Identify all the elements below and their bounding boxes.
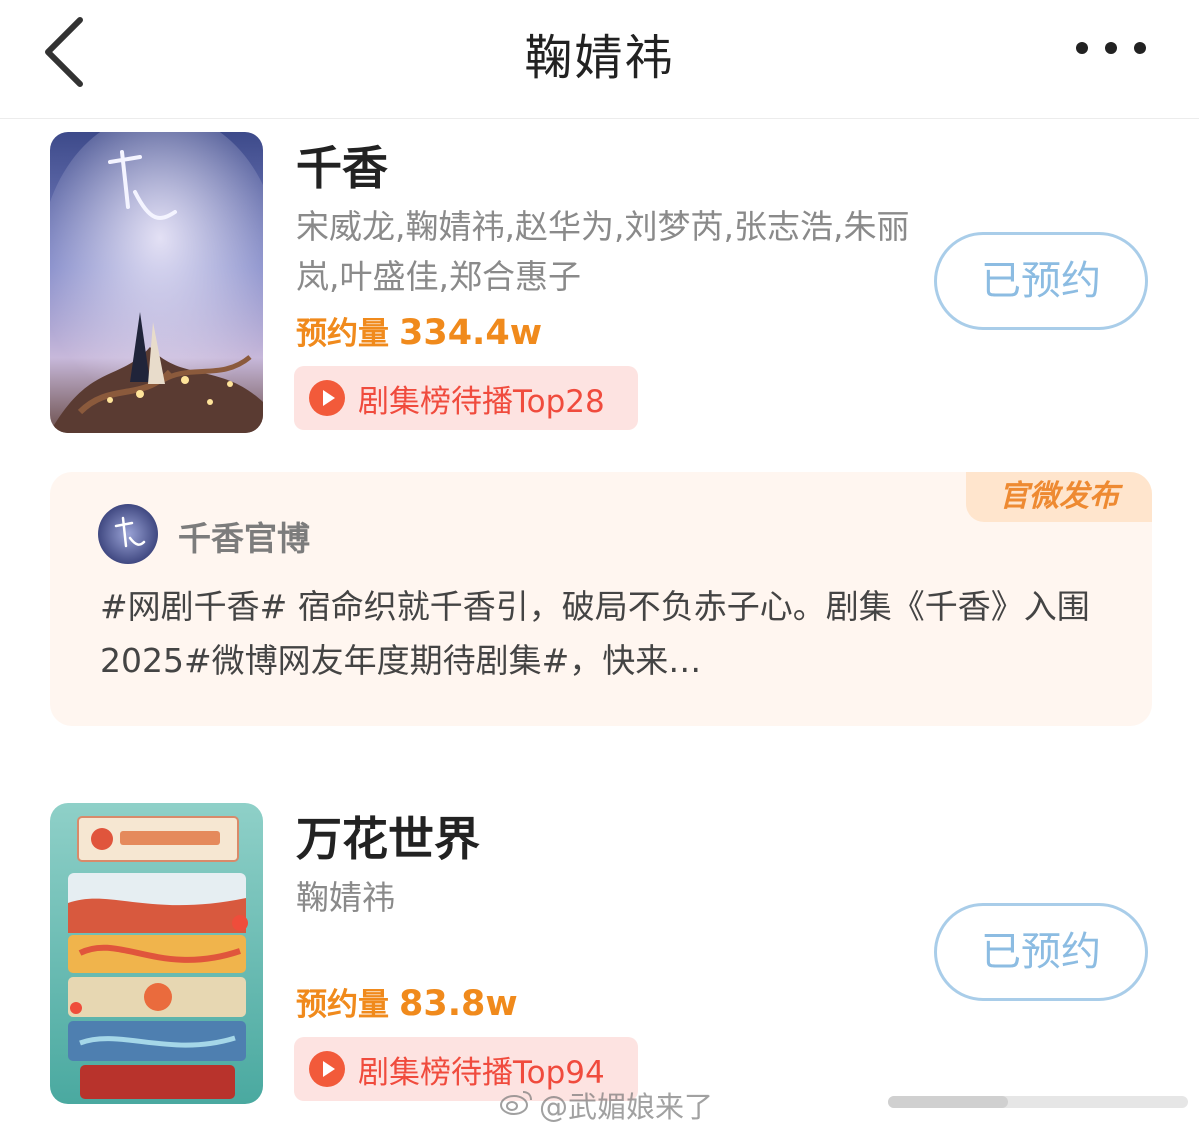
rank-badge[interactable]: 剧集榜待播Top28 bbox=[294, 366, 638, 430]
weibo-icon bbox=[500, 1091, 532, 1115]
show-title[interactable]: 千香 bbox=[296, 132, 388, 198]
show-poster[interactable] bbox=[50, 803, 263, 1104]
more-button[interactable] bbox=[1066, 28, 1160, 68]
post-text[interactable]: #网剧千香# 宿命织就千香引，破局不负赤子心。剧集《千香》入围2025#微博网友… bbox=[100, 580, 1100, 688]
reserve-label: 预约量 bbox=[296, 987, 389, 1023]
reserve-count: 334.4w bbox=[399, 313, 543, 353]
rank-text: 剧集榜待播Top28 bbox=[358, 384, 605, 420]
watermark-text: @武媚娘来了 bbox=[539, 1090, 714, 1124]
show-cast: 鞠婧祎 bbox=[296, 878, 395, 917]
more-horizontal-icon bbox=[1076, 42, 1146, 54]
show-poster[interactable] bbox=[50, 132, 263, 433]
official-post-tag: 官微发布 bbox=[966, 472, 1152, 522]
poster-art-image bbox=[50, 132, 263, 433]
reserved-button[interactable]: 已预约 bbox=[934, 903, 1148, 1001]
reserved-button[interactable]: 已预约 bbox=[934, 232, 1148, 330]
reserve-count-row: 预约量 83.8w bbox=[296, 979, 518, 1024]
play-icon bbox=[309, 1051, 345, 1087]
post-author[interactable]: 千香官博 bbox=[178, 512, 310, 560]
reserve-count: 83.8w bbox=[399, 984, 518, 1024]
avatar[interactable] bbox=[98, 504, 158, 564]
home-indicator bbox=[888, 1096, 1188, 1108]
show-card[interactable]: 千香 宋威龙,鞠婧祎,赵华为,刘梦芮,张志浩,朱丽岚,叶盛佳,郑合惠子 预约量 3… bbox=[50, 132, 1154, 437]
show-card[interactable]: 万花世界 鞠婧祎 预约量 83.8w 剧集榜待播Top94 已预约 bbox=[50, 803, 1154, 1108]
play-icon bbox=[309, 380, 345, 416]
page-title: 鞠婧祎 bbox=[524, 30, 675, 86]
official-post-card[interactable]: 官微发布 千香官博 #网剧千香# 宿命织就千香引，破局不负赤子心。剧集《千香》入… bbox=[50, 472, 1152, 726]
reserve-label: 预约量 bbox=[296, 316, 389, 352]
avatar-image bbox=[98, 504, 158, 564]
top-nav-bar: 鞠婧祎 bbox=[0, 0, 1199, 119]
show-title[interactable]: 万花世界 bbox=[296, 803, 480, 869]
show-cast: 宋威龙,鞠婧祎,赵华为,刘梦芮,张志浩,朱丽岚,叶盛佳,郑合惠子 bbox=[296, 207, 910, 296]
reserve-count-row: 预约量 334.4w bbox=[296, 308, 542, 353]
poster-art-image bbox=[50, 803, 263, 1104]
